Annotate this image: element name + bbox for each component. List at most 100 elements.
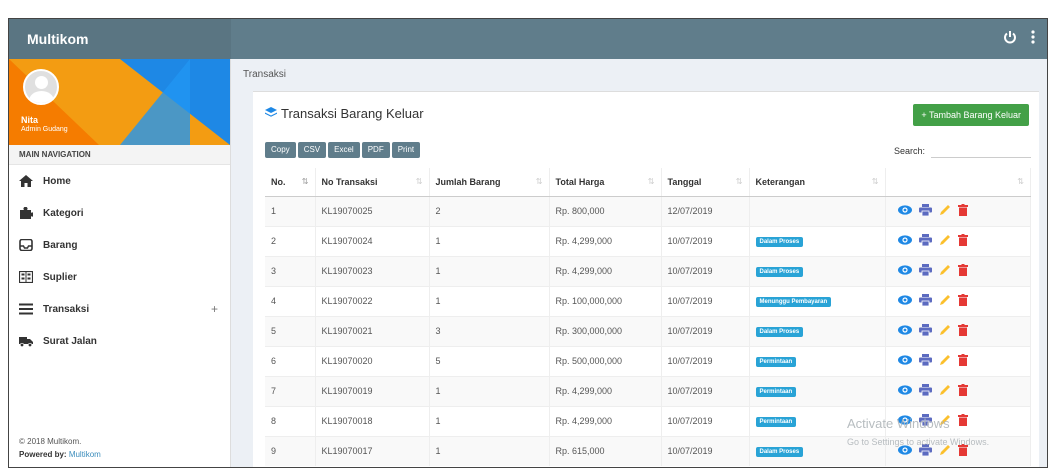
sort-asc-icon: ⇅ — [301, 177, 309, 186]
column-header-keterangan[interactable]: Keterangan ⇅ — [749, 168, 886, 197]
excel-button[interactable]: Excel — [328, 142, 360, 158]
status-badge: Menunggu Pembayaran — [755, 297, 832, 307]
print-icon[interactable] — [918, 294, 932, 308]
edit-pencil-icon[interactable] — [939, 354, 951, 368]
delete-trash-icon[interactable] — [957, 234, 968, 248]
sidebar-item-home[interactable]: Home — [9, 165, 230, 197]
cell-jumlah-barang: 1 — [429, 255, 550, 286]
cell-no: 3 — [265, 255, 316, 286]
list-icon — [19, 303, 33, 315]
view-icon[interactable] — [897, 265, 912, 277]
power-icon[interactable] — [1003, 30, 1017, 48]
status-badge: Permintaan — [755, 417, 797, 427]
cell-total-harga: Rp. 4,299,000 — [549, 375, 662, 406]
cell-tanggal: 10/07/2019 — [661, 315, 750, 346]
edit-pencil-icon[interactable] — [939, 384, 951, 398]
delete-trash-icon[interactable] — [957, 294, 968, 308]
sidebar-item-transaksi[interactable]: Transaksi + — [9, 293, 230, 325]
cell-total-harga: Rp. 800,000 — [549, 195, 662, 226]
cell-keterangan — [749, 195, 886, 226]
column-header-no[interactable]: No. ⇅ — [265, 168, 316, 197]
edit-pencil-icon[interactable] — [939, 234, 951, 248]
cell-tanggal: 10/07/2019 — [661, 285, 750, 316]
delete-trash-icon[interactable] — [957, 354, 968, 368]
cell-total-harga: Rp. 615,000 — [549, 435, 662, 466]
pdf-button[interactable]: PDF — [361, 142, 390, 158]
csv-button[interactable]: CSV — [297, 142, 327, 158]
sidebar-item-label: Kategori — [43, 207, 84, 219]
home-icon — [19, 175, 33, 187]
cell-no-transaksi: KL19070023 — [315, 255, 430, 286]
sort-icon: ⇅ — [647, 177, 655, 186]
sidebar-footer: © 2018 Multikom. Powered by: Multikom — [19, 435, 101, 461]
kebab-menu-icon[interactable] — [1031, 30, 1035, 48]
delete-trash-icon[interactable] — [957, 204, 968, 218]
cell-jumlah-barang: 3 — [429, 315, 550, 346]
brand-logo[interactable]: Multikom — [9, 19, 231, 59]
cell-jumlah-barang: 1 — [429, 435, 550, 466]
delete-trash-icon[interactable] — [957, 384, 968, 398]
view-icon[interactable] — [897, 235, 912, 247]
print-icon[interactable] — [918, 234, 932, 248]
print-icon[interactable] — [918, 264, 932, 278]
edit-pencil-icon[interactable] — [939, 324, 951, 338]
top-bar: Multikom — [9, 19, 1047, 59]
edit-pencil-icon[interactable] — [939, 204, 951, 218]
view-icon[interactable] — [897, 385, 912, 397]
cell-actions — [885, 345, 1031, 376]
print-icon[interactable] — [918, 204, 932, 218]
table-row: 1 KL19070025 2 Rp. 800,000 12/07/2019 — [265, 195, 1031, 226]
cell-keterangan: Dalam Proses — [749, 315, 886, 346]
print-button[interactable]: Print — [391, 142, 421, 158]
powered-by-link[interactable]: Multikom — [69, 450, 101, 459]
sidebar-item-surat-jalan[interactable]: Surat Jalan — [9, 325, 230, 357]
cell-no-transaksi: KL19070020 — [315, 345, 430, 376]
view-icon[interactable] — [897, 355, 912, 367]
cell-jumlah-barang: 5 — [429, 345, 550, 376]
user-name: Nita — [21, 115, 39, 125]
table-row: 3 KL19070023 1 Rp. 4,299,000 10/07/2019 Dalam… — [265, 255, 1031, 286]
sidebar-item-barang[interactable]: Barang — [9, 229, 230, 261]
table-row: 2 KL19070024 1 Rp. 4,299,000 10/07/2019 Dalam… — [265, 225, 1031, 256]
cell-no: 9 — [265, 435, 316, 466]
expand-plus-icon[interactable]: + — [211, 302, 218, 316]
layers-icon — [265, 106, 277, 121]
cell-tanggal: 10/07/2019 — [661, 375, 750, 406]
copy-button[interactable]: Copy — [265, 142, 296, 158]
add-outgoing-button[interactable]: + Tambah Barang Keluar — [913, 104, 1029, 126]
sidebar-item-suplier[interactable]: Suplier — [9, 261, 230, 293]
cell-total-harga: Rp. 4,299,000 — [549, 255, 662, 286]
nav-header: MAIN NAVIGATION — [9, 145, 230, 165]
print-icon[interactable] — [918, 324, 932, 338]
print-icon[interactable] — [918, 354, 932, 368]
cell-tanggal: 12/07/2019 — [661, 195, 750, 226]
inbox-icon — [19, 238, 33, 252]
edit-pencil-icon[interactable] — [939, 264, 951, 278]
cell-no: 4 — [265, 285, 316, 316]
cell-actions — [885, 375, 1031, 406]
delete-trash-icon[interactable] — [957, 264, 968, 278]
column-header-actions[interactable]: ⇅ — [885, 168, 1031, 197]
cell-jumlah-barang: 1 — [429, 225, 550, 256]
powered-by-label: Powered by: — [19, 450, 67, 459]
view-icon[interactable] — [897, 205, 912, 217]
edit-pencil-icon[interactable] — [939, 294, 951, 308]
delete-trash-icon[interactable] — [957, 324, 968, 338]
view-icon[interactable] — [897, 325, 912, 337]
search-input[interactable] — [931, 144, 1031, 158]
print-icon[interactable] — [918, 384, 932, 398]
cell-keterangan: Permintaan — [749, 345, 886, 376]
column-header-jumlah-barang[interactable]: Jumlah Barang ⇅ — [429, 168, 550, 197]
column-header-tanggal[interactable]: Tanggal ⇅ — [661, 168, 750, 197]
column-header-no-transaksi[interactable]: No Transaksi ⇅ — [315, 168, 430, 197]
windows-activation-watermark: Activate Windows Go to Settings to activ… — [847, 415, 989, 451]
transaction-panel: Transaksi Barang Keluar + Tambah Barang … — [253, 91, 1039, 467]
sidebar-item-kategori[interactable]: Kategori — [9, 197, 230, 229]
status-badge: Dalam Proses — [755, 237, 804, 247]
column-header-total-harga[interactable]: Total Harga ⇅ — [549, 168, 662, 197]
view-icon[interactable] — [897, 295, 912, 307]
sidebar-item-label: Home — [43, 175, 71, 187]
status-badge: Dalam Proses — [755, 327, 804, 337]
cell-no-transaksi: KL19070021 — [315, 315, 430, 346]
avatar[interactable] — [23, 69, 59, 105]
